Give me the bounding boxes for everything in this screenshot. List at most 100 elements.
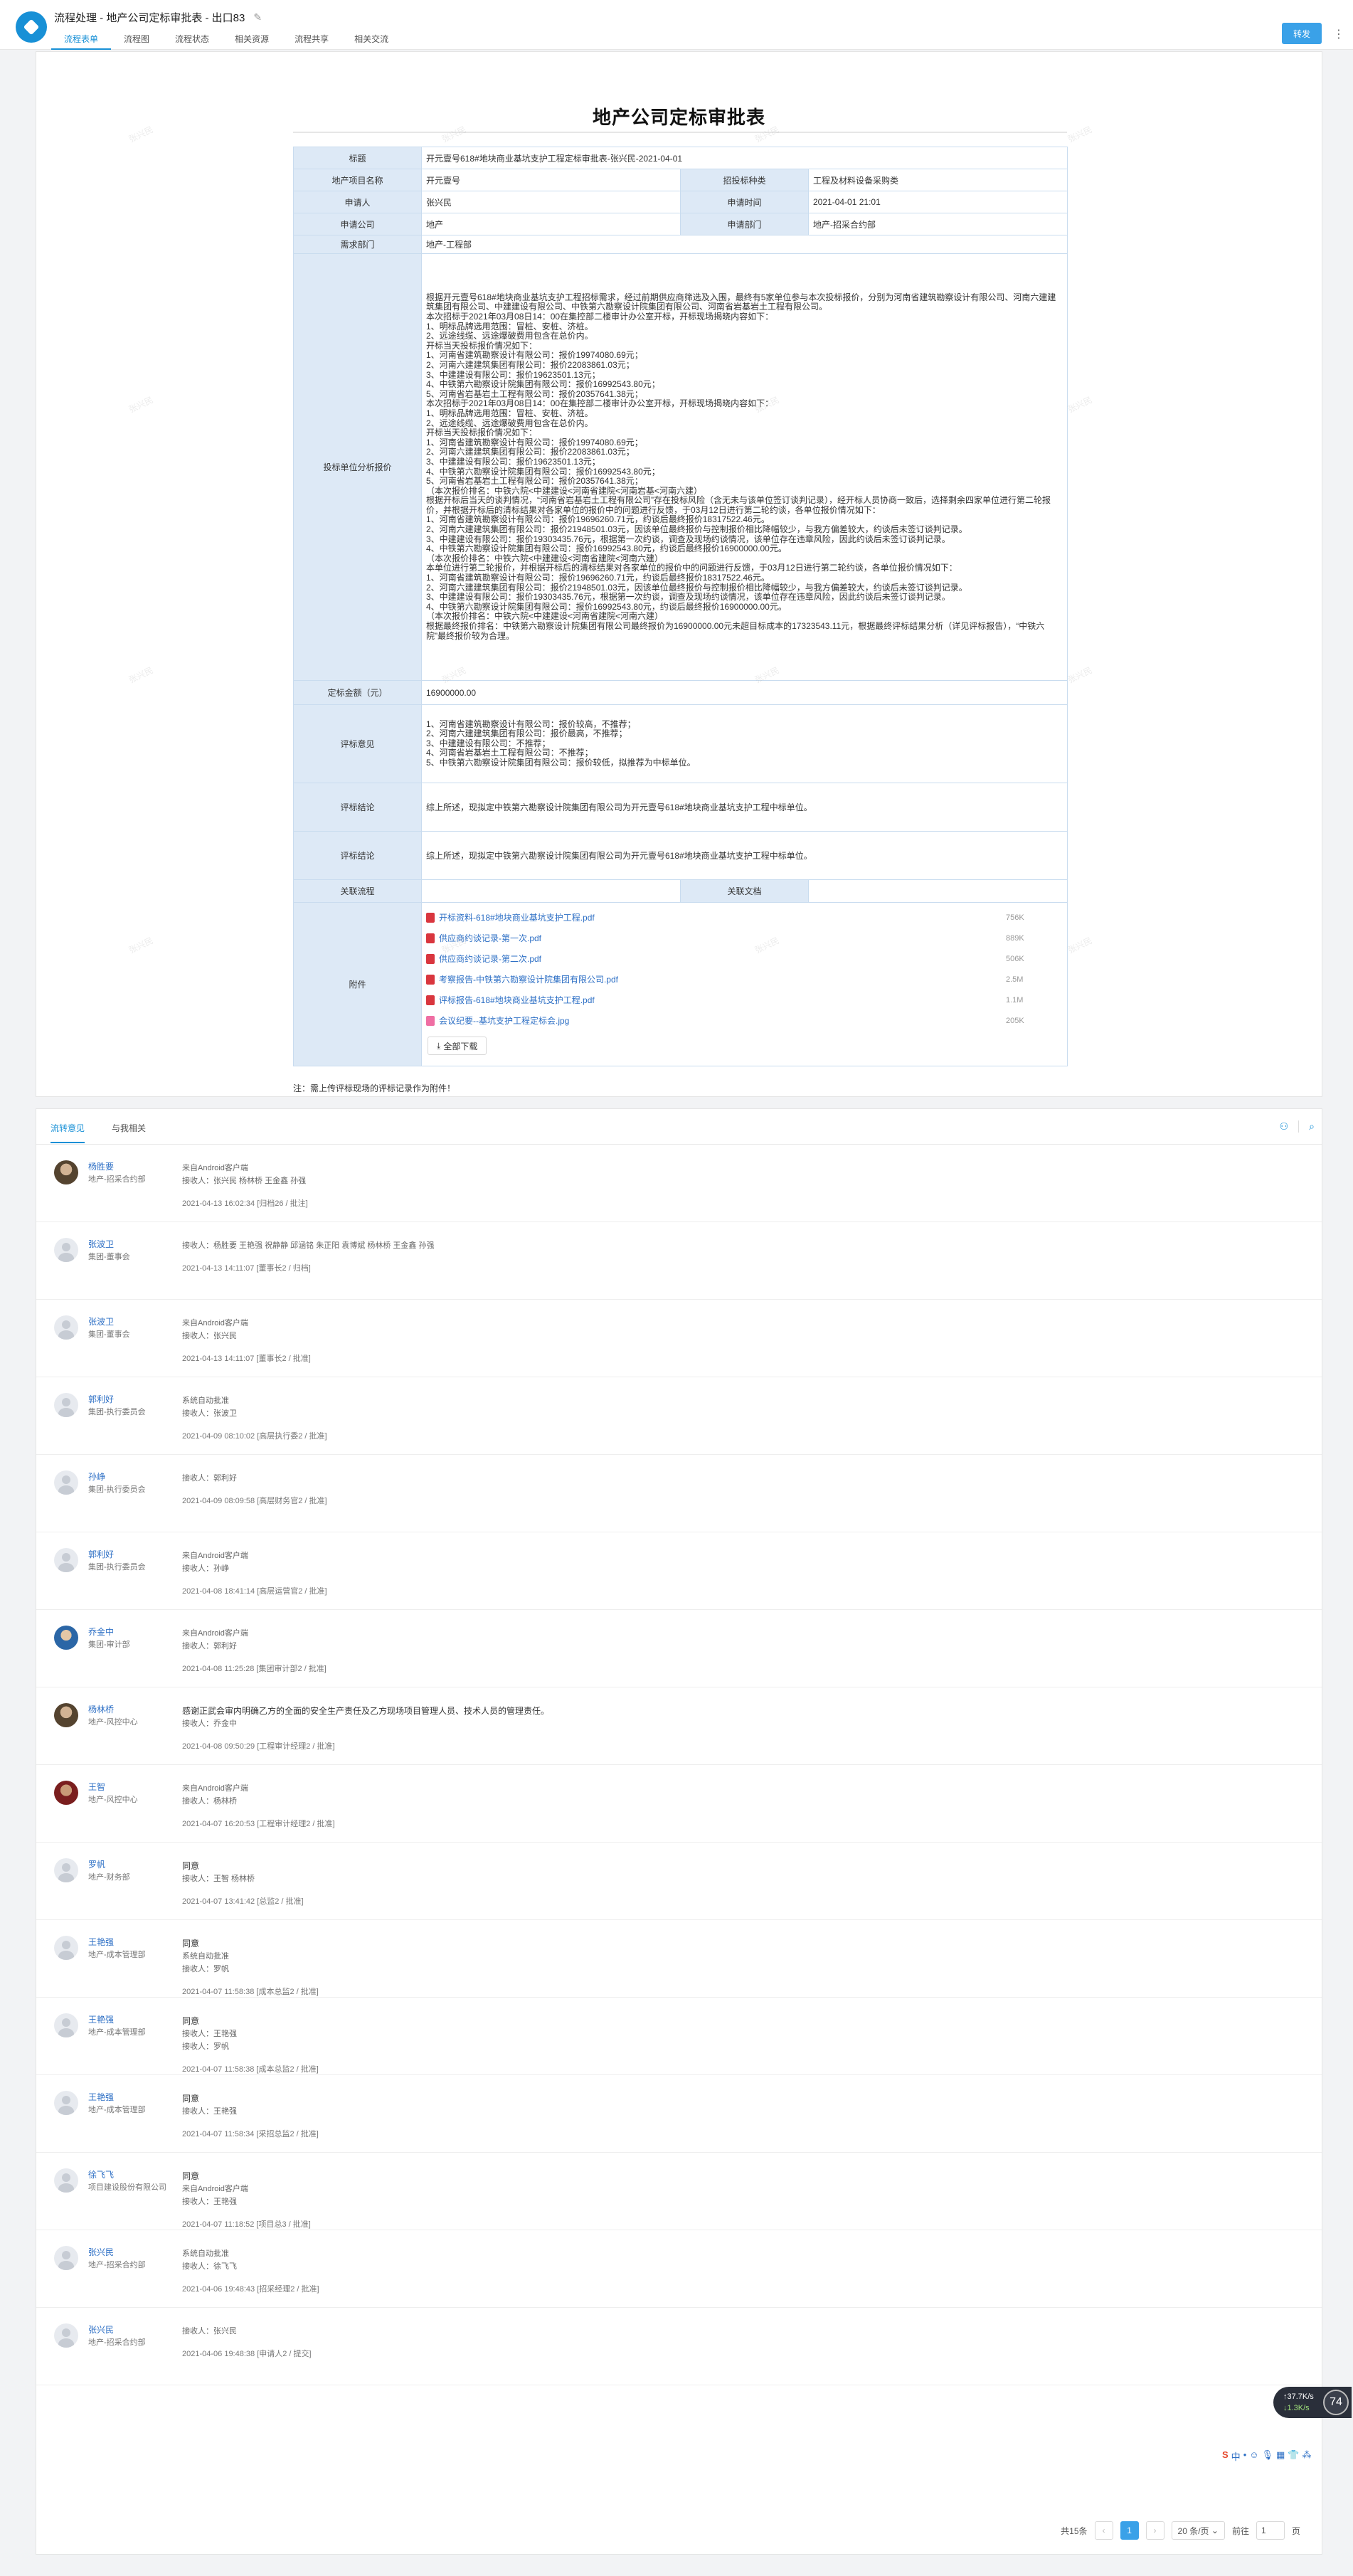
commenter-dept: 地产-招采合约部 xyxy=(88,2338,146,2347)
tab-share[interactable]: 流程共享 xyxy=(282,31,341,50)
tab-form[interactable]: 流程表单 xyxy=(51,31,112,50)
commenter-name[interactable]: 张兴民 xyxy=(88,2246,114,2258)
commenter-name[interactable]: 孙峥 xyxy=(88,1470,105,1483)
commenter-name[interactable]: 王艳强 xyxy=(88,1936,114,1948)
comment-item: 王艳强 地产-成本管理部 同意 接收人：王艳强 接收人：罗帆 2021-04-07 11:… xyxy=(36,1998,1322,2075)
comment-line: 来自Android客户端 xyxy=(182,1164,248,1172)
ime-punct-icon[interactable]: • xyxy=(1243,2449,1247,2463)
value-demand-dept[interactable]: 地产-工程部 xyxy=(421,235,1068,254)
commenter-name[interactable]: 张兴民 xyxy=(88,2323,114,2336)
avatar[interactable] xyxy=(54,1936,78,1960)
network-speed-widget[interactable]: ↑37.7K/s ↓1.3K/s 74 xyxy=(1273,2387,1352,2418)
comment-line: 系统自动批准 xyxy=(182,1396,229,1405)
comment-meta: 2021-04-08 11:25:28 [集团审计部2 / 批准] xyxy=(182,1665,327,1673)
ime-lang-toggle[interactable]: 中 xyxy=(1231,2449,1241,2463)
commenter-name[interactable]: 王艳强 xyxy=(88,2013,114,2025)
value-project[interactable]: 开元壹号 xyxy=(421,169,681,191)
page-number[interactable]: 1 xyxy=(1120,2521,1139,2540)
commenter-name[interactable]: 张波卫 xyxy=(88,1238,114,1250)
forward-button[interactable]: 转发 xyxy=(1282,23,1322,44)
title-divider xyxy=(293,132,1067,133)
comment-item: 杨林桥 地产-风控中心 感谢正武会审内明确乙方的全面的安全生产责任及乙方现场项目管理… xyxy=(36,1687,1322,1765)
attachment-item[interactable]: 供应商约谈记录-第二次.pdf 506K xyxy=(426,948,1063,969)
attachment-item[interactable]: 评标报告-618#地块商业基坑支护工程.pdf 1.1M xyxy=(426,990,1063,1010)
tab-status[interactable]: 流程状态 xyxy=(162,31,222,50)
attachment-item[interactable]: 会议纪要--基坑支护工程定标会.jpg 205K xyxy=(426,1010,1063,1031)
tab-flow-opinions[interactable]: 流转意见 xyxy=(51,1122,85,1143)
comment-line: 接收人：王智 杨林桥 xyxy=(182,1875,255,1883)
commenter-dept: 地产-风控中心 xyxy=(88,1718,138,1727)
edit-icon[interactable]: ✎ xyxy=(253,11,262,23)
avatar[interactable] xyxy=(54,1703,78,1727)
ime-emoji-icon[interactable]: ☺ xyxy=(1249,2449,1258,2463)
ime-tools-icon[interactable]: ⁂ xyxy=(1302,2449,1312,2463)
ime-voice-icon[interactable]: 🎙 xyxy=(1262,2449,1274,2463)
comment-line: 接收人：郭利好 xyxy=(182,1474,237,1483)
goto-page-input[interactable]: 1 xyxy=(1256,2521,1285,2540)
commenter-name[interactable]: 王智 xyxy=(88,1781,105,1793)
avatar[interactable] xyxy=(54,2168,78,2193)
commenter-name[interactable]: 张波卫 xyxy=(88,1315,114,1327)
download-all-button[interactable]: ⤓ 全部下载 xyxy=(428,1037,487,1055)
avatar[interactable] xyxy=(54,1470,78,1495)
commenter-dept: 集团-董事会 xyxy=(88,1330,130,1339)
page-size-select[interactable]: 20 条/页 ⌄ xyxy=(1171,2521,1225,2540)
prev-page-button[interactable]: ‹ xyxy=(1094,2521,1113,2540)
commenter-name[interactable]: 罗帆 xyxy=(88,1858,105,1870)
avatar[interactable] xyxy=(54,1393,78,1417)
commenter-name[interactable]: 徐飞飞 xyxy=(88,2168,114,2180)
user-filter-icon[interactable]: ⚇ xyxy=(1280,1120,1289,1133)
attachment-item[interactable]: 供应商约谈记录-第一次.pdf 889K xyxy=(426,928,1063,948)
more-icon[interactable]: ⋮ xyxy=(1333,27,1344,41)
value-company[interactable]: 地产 xyxy=(421,213,681,235)
comment-body: 系统自动批准 接收人：徐飞飞 xyxy=(182,2247,237,2273)
tab-related-to-me[interactable]: 与我相关 xyxy=(112,1122,146,1134)
commenter-name[interactable]: 杨林桥 xyxy=(88,1703,114,1715)
avatar[interactable] xyxy=(54,1626,78,1650)
comment-item: 郭利好 集团-执行委员会 来自Android客户端 接收人：孙峥 2021-04-08 … xyxy=(36,1532,1322,1610)
label-related-flow: 关联流程 xyxy=(293,879,422,903)
avatar[interactable] xyxy=(54,2091,78,2115)
avatar[interactable] xyxy=(54,1315,78,1340)
pdf-file-icon xyxy=(426,974,435,985)
comment-line: 系统自动批准 xyxy=(182,1952,229,1961)
commenter-dept: 地产-成本管理部 xyxy=(88,2106,146,2114)
avatar[interactable] xyxy=(54,1781,78,1805)
avatar[interactable] xyxy=(54,1548,78,1572)
comment-item: 张兴民 地产-招采合约部 系统自动批准 接收人：徐飞飞 2021-04-06 19:48… xyxy=(36,2230,1322,2308)
value-related-doc[interactable] xyxy=(808,879,1068,903)
tab-resources[interactable]: 相关资源 xyxy=(222,31,282,50)
search-icon[interactable]: ⌕ xyxy=(1298,1120,1315,1133)
commenter-dept: 集团-执行委员会 xyxy=(88,1408,146,1416)
ime-keyboard-icon[interactable]: ▦ xyxy=(1276,2449,1285,2463)
tab-flowchart[interactable]: 流程图 xyxy=(111,31,162,50)
commenter-name[interactable]: 乔金中 xyxy=(88,1626,114,1638)
ime-logo-icon[interactable]: S xyxy=(1222,2449,1229,2463)
value-dept[interactable]: 地产-招采合约部 xyxy=(808,213,1068,235)
avatar[interactable] xyxy=(54,2246,78,2270)
value-applicant[interactable]: 张兴民 xyxy=(421,191,681,213)
next-page-button[interactable]: › xyxy=(1145,2521,1164,2540)
commenter-dept: 集团-执行委员会 xyxy=(88,1563,146,1571)
commenter-name[interactable]: 郭利好 xyxy=(88,1393,114,1405)
tab-discussion[interactable]: 相关交流 xyxy=(341,31,401,50)
commenter-name[interactable]: 郭利好 xyxy=(88,1548,114,1560)
form-card: 地产公司定标审批表 标题 开元壹号618#地块商业基坑支护工程定标审批表-张兴民… xyxy=(36,51,1322,1097)
value-bid-type: 工程及材料设备采购类 xyxy=(808,169,1068,191)
avatar[interactable] xyxy=(54,1858,78,1882)
comment-line: 接收人：张兴民 杨林桥 王金鑫 孙强 xyxy=(182,1177,307,1185)
value-related-flow[interactable] xyxy=(421,879,681,903)
commenter-name[interactable]: 杨胜要 xyxy=(88,1160,114,1172)
label-company: 申请公司 xyxy=(293,213,422,235)
avatar[interactable] xyxy=(54,2323,78,2348)
chevron-down-icon: ⌄ xyxy=(1211,2525,1219,2535)
comment-line: 接收人：张兴民 xyxy=(182,2327,237,2336)
avatar[interactable] xyxy=(54,1238,78,1262)
commenter-name[interactable]: 王艳强 xyxy=(88,2091,114,2103)
attachment-item[interactable]: 考察报告-中铁第六勘察设计院集团有限公司.pdf 2.5M xyxy=(426,969,1063,990)
avatar[interactable] xyxy=(54,2013,78,2037)
comment-body: 来自Android客户端 接收人：郭利好 xyxy=(182,1627,248,1653)
ime-skin-icon[interactable]: 👕 xyxy=(1288,2449,1299,2463)
avatar[interactable] xyxy=(54,1160,78,1184)
attachment-item[interactable]: 开标资料-618#地块商业基坑支护工程.pdf 756K xyxy=(426,907,1063,928)
